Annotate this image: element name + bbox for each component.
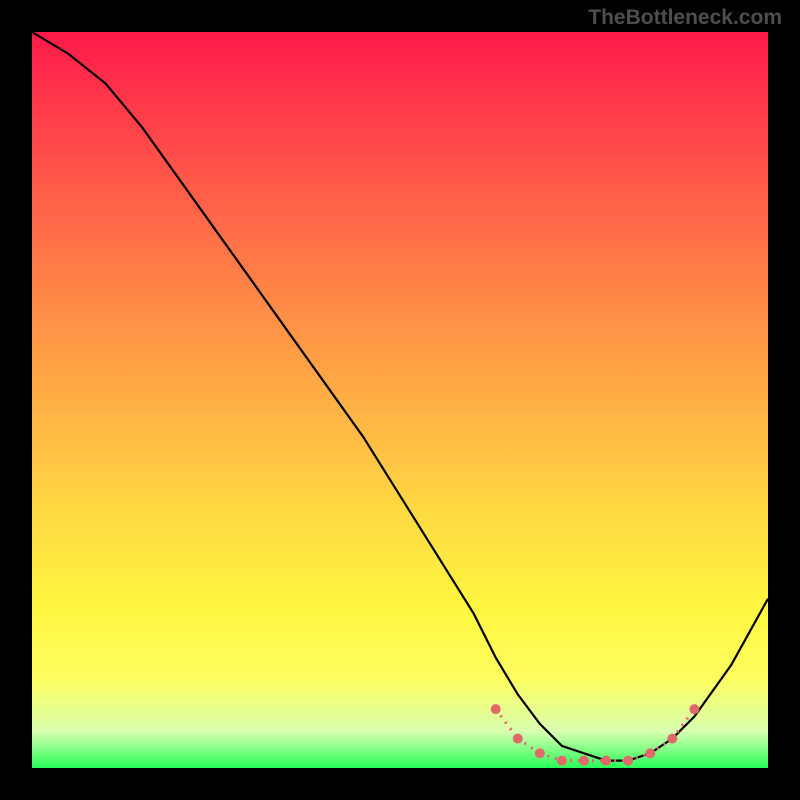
optimal-dot bbox=[623, 756, 633, 766]
optimal-connector bbox=[496, 709, 518, 739]
optimal-dot bbox=[535, 748, 545, 758]
optimal-dot bbox=[491, 704, 501, 714]
optimal-dot bbox=[601, 756, 611, 766]
optimal-dot bbox=[579, 756, 589, 766]
optimal-dot bbox=[645, 748, 655, 758]
bottleneck-curve-line bbox=[32, 32, 768, 761]
optimal-dot bbox=[513, 734, 523, 744]
chart-container: TheBottleneck.com bbox=[0, 0, 800, 800]
optimal-dot bbox=[689, 704, 699, 714]
optimal-dot bbox=[667, 734, 677, 744]
optimal-dot bbox=[557, 756, 567, 766]
curve-svg bbox=[32, 32, 768, 768]
plot-area bbox=[32, 32, 768, 768]
watermark-text: TheBottleneck.com bbox=[588, 6, 782, 30]
